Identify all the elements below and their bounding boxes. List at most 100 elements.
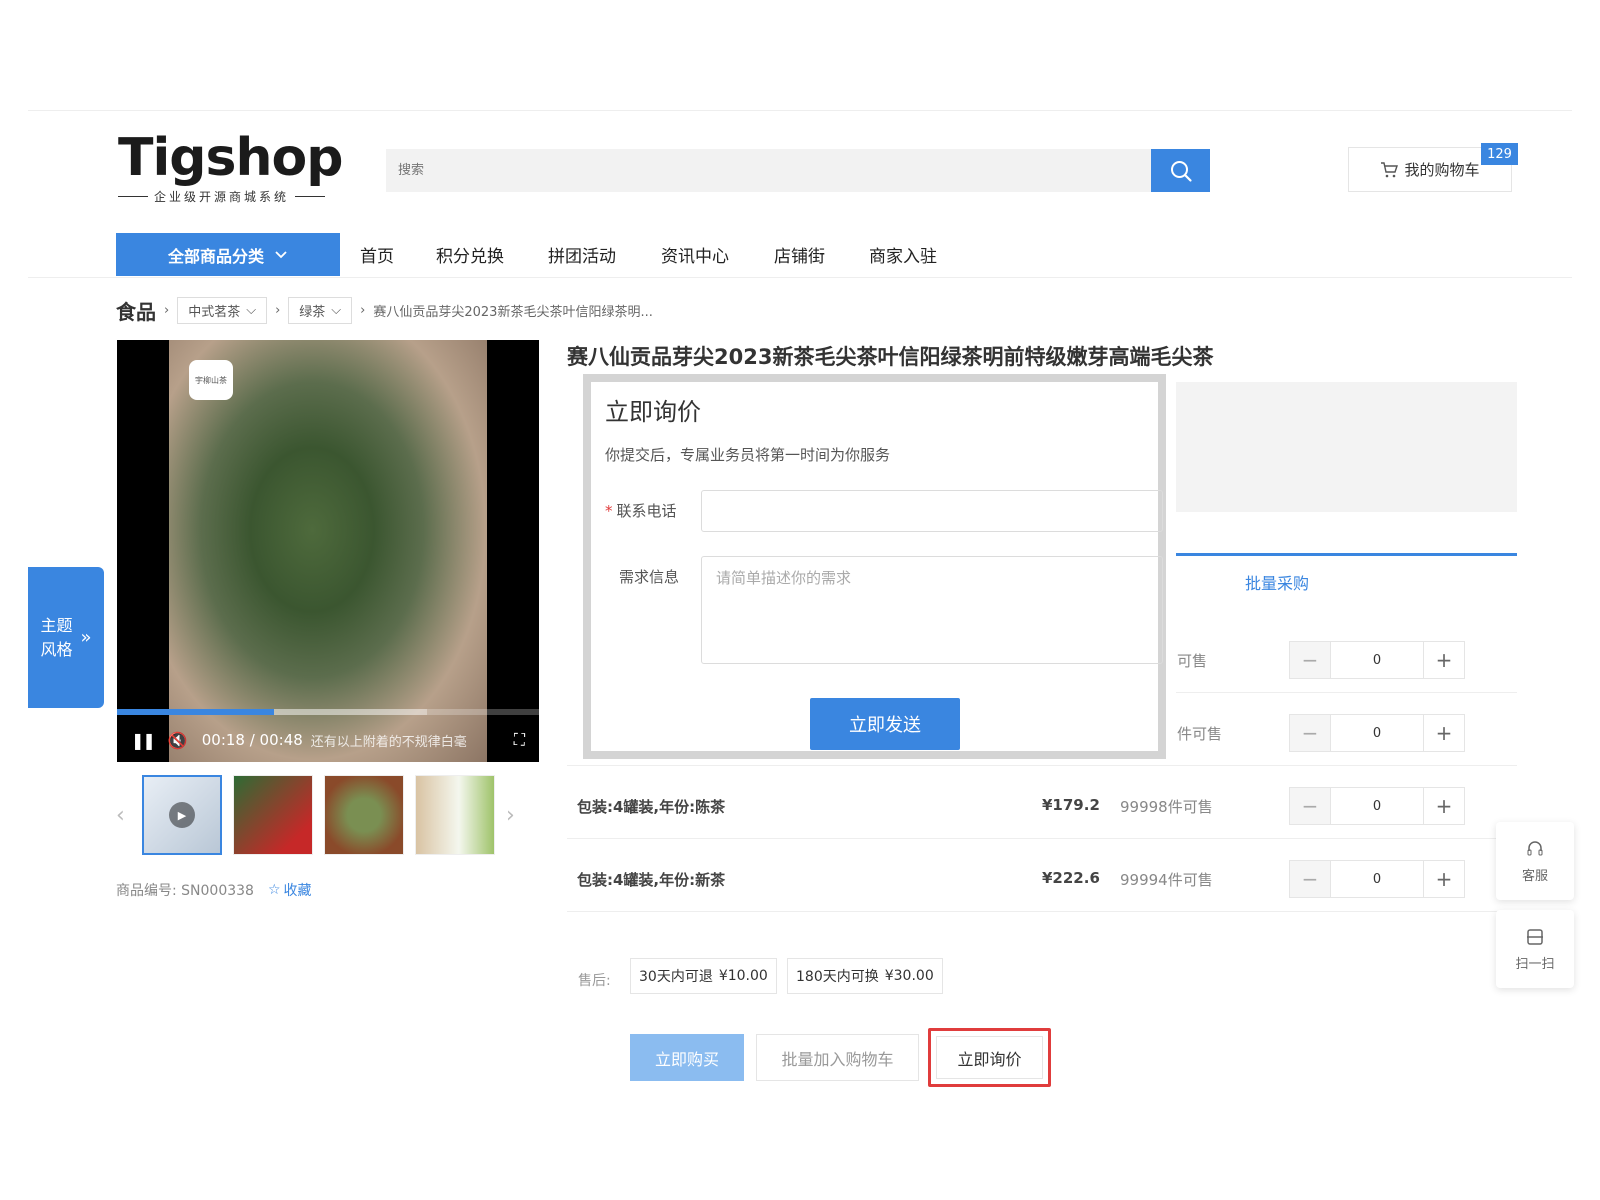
theme-tab-line1: 主题: [40, 615, 73, 635]
mute-icon[interactable]: 🔇: [168, 731, 188, 750]
plus-icon[interactable]: +: [1424, 642, 1464, 678]
after-sale-text: 180天内可换: [796, 969, 879, 985]
pause-icon[interactable]: ❚❚: [131, 731, 156, 750]
variant-stock: 99994件可售: [1120, 871, 1213, 889]
nav-divider: [28, 277, 1572, 278]
nav-merchant-join[interactable]: 商家入驻: [869, 233, 937, 276]
customer-service-button[interactable]: 客服: [1496, 822, 1574, 900]
quantity-stepper[interactable]: −0 +: [1289, 641, 1465, 679]
product-title: 赛八仙贡品芽尖2023新茶毛尖茶叶信阳绿茶明前特级嫩芽高端毛尖茶: [567, 345, 1214, 369]
logo-tagline-text: 企业级开源商城系统: [154, 190, 290, 204]
breadcrumb: 食品 › 中式茗茶 ⌵ › 绿茶 ⌵ › 赛八仙贡品芽尖2023新茶毛尖茶叶信阳绿茶…: [116, 295, 653, 325]
plus-icon[interactable]: +: [1424, 788, 1464, 824]
send-button[interactable]: 立即发送: [810, 698, 960, 750]
product-video[interactable]: 宇柳山茶 ❚❚ 🔇 00:18 / 00:48 还有以上附着的不规律白毫 ⛶: [117, 340, 539, 762]
headset-icon: [1527, 840, 1543, 855]
video-progress-fill: [117, 709, 274, 715]
quantity-stepper[interactable]: −0 +: [1289, 787, 1465, 825]
quantity-value[interactable]: 0: [1330, 861, 1424, 897]
quantity-stepper[interactable]: −0 +: [1289, 860, 1465, 898]
inquiry-button-highlight: 立即询价: [928, 1028, 1051, 1087]
video-frame: [169, 340, 487, 762]
thumbnail-video[interactable]: ▶: [142, 775, 222, 855]
after-sale-text: 30天内可退: [639, 969, 713, 985]
nav-store-street[interactable]: 店铺街: [774, 233, 825, 276]
chevron-down-icon: [275, 250, 287, 258]
after-sale-option[interactable]: 30天内可退 ¥10.00: [630, 958, 777, 994]
nav-news-center[interactable]: 资讯中心: [661, 233, 729, 276]
variant-row: 包装:4罐装,年份:陈茶 ¥179.2 99998件可售 −0 +: [567, 786, 1517, 826]
favorite-button[interactable]: ☆ 收藏: [268, 880, 312, 900]
logo-tagline: 企业级开源商城系统: [118, 188, 348, 205]
minus-icon[interactable]: −: [1290, 861, 1330, 897]
need-label: 需求信息: [619, 568, 680, 586]
bulk-add-to-cart-button[interactable]: 批量加入购物车: [756, 1034, 919, 1081]
phone-input[interactable]: [701, 490, 1163, 532]
chevron-right-icon: ›: [360, 302, 366, 318]
logo[interactable]: Tigshop 企业级开源商城系统: [118, 130, 348, 210]
favorite-label: 收藏: [283, 883, 312, 899]
tab-underline: [1176, 553, 1517, 556]
search-input[interactable]: [386, 149, 1151, 192]
row-divider: [567, 765, 1517, 766]
chevron-left-icon[interactable]: ‹: [116, 803, 142, 828]
minus-icon[interactable]: −: [1290, 788, 1330, 824]
video-time: 00:18 / 00:48: [201, 731, 303, 749]
plus-icon[interactable]: +: [1424, 715, 1464, 751]
breadcrumb-level1-label: 中式茗茶: [188, 304, 241, 320]
thumbnail-image[interactable]: [324, 775, 404, 855]
thumbnail-image[interactable]: [415, 775, 495, 855]
buy-now-button[interactable]: 立即购买: [630, 1034, 744, 1081]
nav-home[interactable]: 首页: [360, 233, 394, 276]
sku-number: 商品编号: SN000338: [116, 883, 254, 899]
all-categories-button[interactable]: 全部商品分类: [116, 233, 340, 276]
quantity-value[interactable]: 0: [1330, 715, 1424, 751]
breadcrumb-level2[interactable]: 绿茶 ⌵: [288, 296, 353, 324]
scan-icon: [1527, 928, 1543, 945]
phone-label: * 联系电话: [605, 500, 677, 521]
variant-row: 包装:4罐装,年份:新茶 ¥222.6 99994件可售 −0 +: [567, 859, 1517, 899]
modal-title: 立即询价: [605, 398, 701, 426]
plus-icon[interactable]: +: [1424, 861, 1464, 897]
video-subtitle: 还有以上附着的不规律白毫: [310, 734, 467, 750]
cart-label: 我的购物车: [1404, 161, 1480, 179]
scan-button[interactable]: 扫一扫: [1496, 910, 1574, 988]
variant-stock: 可售: [1177, 652, 1208, 670]
quantity-stepper[interactable]: −0 +: [1289, 714, 1465, 752]
fullscreen-icon[interactable]: ⛶: [514, 730, 525, 750]
cart-count-badge: 129: [1481, 143, 1518, 165]
theme-style-tab[interactable]: 主题 风格 »: [28, 567, 104, 708]
variant-stock: 99998件可售: [1120, 798, 1213, 816]
chevron-right-icon: ›: [164, 302, 170, 318]
chevron-down-icon: ⌵: [331, 302, 342, 318]
modal-description: 你提交后，专属业务员将第一时间为你服务: [605, 446, 891, 464]
minus-icon[interactable]: −: [1290, 642, 1330, 678]
breadcrumb-current: 赛八仙贡品芽尖2023新茶毛尖茶叶信阳绿茶明...: [373, 304, 653, 320]
variant-price: ¥222.6: [1042, 869, 1100, 887]
nav-group-buy[interactable]: 拼团活动: [548, 233, 616, 276]
tab-bulk-purchase[interactable]: 批量采购: [1245, 570, 1309, 594]
nav-points-exchange[interactable]: 积分兑换: [436, 233, 504, 276]
quantity-value[interactable]: 0: [1330, 788, 1424, 824]
need-textarea[interactable]: 请简单描述你的需求: [701, 556, 1163, 664]
after-sale-price: ¥10.00: [718, 968, 768, 984]
breadcrumb-level2-label: 绿茶: [299, 304, 326, 320]
search-icon: [1170, 160, 1192, 182]
breadcrumb-level1[interactable]: 中式茗茶 ⌵: [177, 296, 268, 324]
minus-icon[interactable]: −: [1290, 715, 1330, 751]
variant-name: 包装:4罐装,年份:陈茶: [577, 798, 726, 816]
inquiry-button[interactable]: 立即询价: [936, 1036, 1043, 1079]
search-button[interactable]: [1151, 149, 1210, 192]
video-controls: ❚❚ 🔇 00:18 / 00:48 还有以上附着的不规律白毫 ⛶: [117, 722, 539, 758]
variant-stock: 件可售: [1177, 725, 1223, 743]
chevron-right-icon[interactable]: ›: [506, 803, 526, 828]
cart-icon: [1381, 161, 1399, 177]
thumbnail-strip: ‹ ▶ ›: [116, 775, 541, 855]
breadcrumb-root[interactable]: 食品: [116, 296, 156, 325]
theme-tab-line2: 风格: [40, 639, 73, 659]
phone-label-text: 联系电话: [616, 502, 677, 520]
thumbnail-image[interactable]: [233, 775, 313, 855]
after-sale-option[interactable]: 180天内可换 ¥30.00: [787, 958, 943, 994]
play-icon: ▶: [169, 802, 195, 828]
quantity-value[interactable]: 0: [1330, 642, 1424, 678]
